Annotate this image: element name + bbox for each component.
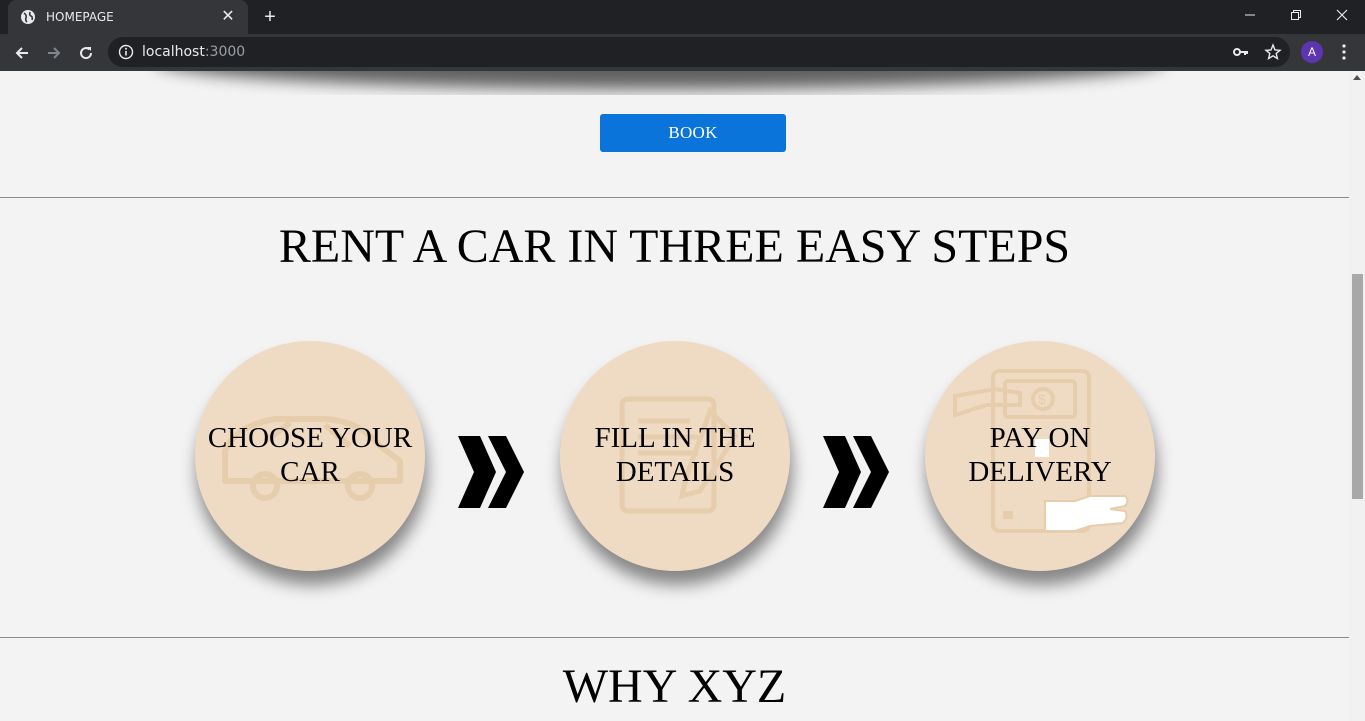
restore-button[interactable] [1273, 0, 1319, 30]
forward-arrow-icon[interactable] [40, 39, 68, 67]
scroll-up-arrow-icon[interactable] [1353, 75, 1361, 80]
chevron-right-icon [823, 436, 889, 508]
tab-title: HOMEPAGE [46, 10, 114, 24]
window-controls [1227, 0, 1365, 30]
step-choose-car: CHOOSE YOUR CAR [195, 341, 425, 571]
profile-avatar[interactable]: A [1301, 41, 1323, 63]
site-info-icon[interactable] [118, 44, 134, 60]
why-section-title: WHY XYZ [562, 660, 787, 713]
tab-close-icon[interactable]: ✕ [220, 9, 236, 25]
step-pay-delivery: $ PAY ON DELIVERY [925, 341, 1155, 571]
bookmark-star-icon[interactable] [1264, 43, 1282, 66]
browser-toolbar: localhost:3000 A [0, 34, 1365, 71]
new-tab-button[interactable]: + [258, 5, 282, 29]
reload-icon[interactable] [72, 39, 100, 67]
minimize-button[interactable] [1227, 0, 1273, 30]
scroll-thumb[interactable] [1352, 274, 1363, 499]
url-host: localhost [142, 44, 205, 60]
section-divider [0, 637, 1349, 638]
page-scrollbar[interactable] [1349, 71, 1365, 721]
section-divider [0, 197, 1349, 198]
close-window-button[interactable] [1319, 0, 1365, 30]
more-menu-icon[interactable] [1334, 41, 1354, 63]
book-button[interactable]: BOOK [600, 114, 786, 152]
step-label: FILL IN THE DETAILS [594, 422, 756, 488]
back-arrow-icon[interactable] [8, 39, 36, 67]
step-label: PAY ON DELIVERY [968, 422, 1112, 488]
step-fill-details: FILL IN THE DETAILS [560, 341, 790, 571]
steps-section-title: RENT A CAR IN THREE EASY STEPS [278, 220, 1071, 273]
browser-tab-bar: HOMEPAGE ✕ + [0, 0, 1365, 34]
svg-text:$: $ [1038, 391, 1046, 407]
browser-tab[interactable]: HOMEPAGE ✕ [8, 0, 248, 34]
key-icon[interactable] [1232, 43, 1250, 66]
url-port: :3000 [204, 44, 246, 60]
step-label: CHOOSE YOUR CAR [207, 422, 413, 488]
car-image [188, 71, 1132, 89]
page-content: BOOK RENT A CAR IN THREE EASY STEPS CHOO… [0, 71, 1349, 721]
globe-icon [20, 9, 36, 25]
address-bar[interactable]: localhost:3000 [108, 37, 1290, 67]
chevron-right-icon [458, 436, 524, 508]
